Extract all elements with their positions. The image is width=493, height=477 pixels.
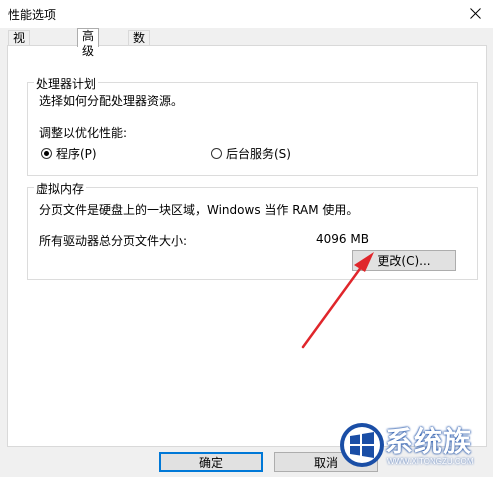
processor-scheduling-group: 处理器计划 选择如何分配处理器资源。 调整以优化性能: 程序(P) 后台服务(S… [27, 75, 478, 176]
change-button[interactable]: 更改(C)... [352, 250, 456, 271]
radio-background-services[interactable]: 后台服务(S) [211, 145, 291, 162]
watermark-logo: 系统族 WWW.XITONGZU.COM [337, 417, 489, 473]
watermark-brand: 系统族 [385, 427, 473, 458]
ok-button[interactable]: 确定 [159, 452, 263, 472]
processor-group-title: 处理器计划 [34, 75, 99, 92]
close-button[interactable] [465, 2, 485, 24]
close-icon [469, 7, 481, 19]
virtual-memory-group: 虚拟内存 分页文件是硬盘上的一块区域，Windows 当作 RAM 使用。 所有… [27, 180, 478, 280]
processor-description: 选择如何分配处理器资源。 [39, 94, 184, 108]
advanced-panel: 处理器计划 选择如何分配处理器资源。 调整以优化性能: 程序(P) 后台服务(S… [7, 45, 487, 447]
radio-background-label: 后台服务(S) [226, 147, 291, 161]
watermark-url: WWW.XITONGZU.COM [387, 457, 474, 466]
optimize-label: 调整以优化性能: [39, 126, 128, 140]
radio-background-indicator[interactable] [211, 148, 222, 159]
tab-advanced[interactable]: 高级 [77, 28, 100, 58]
window-title: 性能选项 [8, 8, 57, 22]
dialog-body: 视觉效果 高级 数据执行保护 处理器计划 选择如何分配处理器资源。 调整以优化性… [0, 28, 493, 477]
title-bar: 性能选项 [0, 0, 493, 28]
virtual-memory-group-title: 虚拟内存 [34, 180, 87, 197]
paging-total-value: 4096 MB [316, 232, 369, 246]
radio-programs-indicator[interactable] [41, 148, 52, 159]
tab-visual-effects[interactable]: 视觉效果 [8, 30, 31, 90]
paging-total-label: 所有驱动器总分页文件大小: [39, 234, 188, 248]
windows-logo-icon [340, 423, 384, 467]
virtual-memory-description: 分页文件是硬盘上的一块区域，Windows 当作 RAM 使用。 [39, 203, 359, 217]
tab-dep[interactable]: 数据执行保护 [128, 30, 151, 120]
radio-programs[interactable]: 程序(P) [41, 145, 97, 162]
radio-programs-label: 程序(P) [56, 147, 97, 161]
